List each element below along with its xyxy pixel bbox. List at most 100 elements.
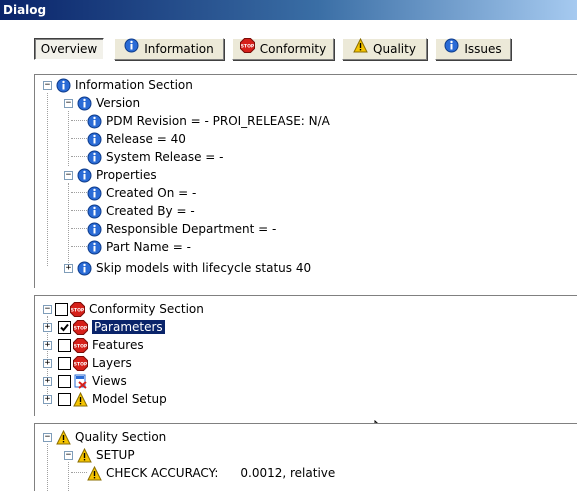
svg-text:STOP: STOP: [71, 307, 85, 313]
tree-item[interactable]: Created By = -: [87, 202, 195, 220]
expand-toggle[interactable]: +: [43, 394, 52, 404]
parameters-label: Parameters: [92, 320, 165, 334]
collapse-toggle[interactable]: −: [64, 170, 73, 180]
stop-icon: STOP: [70, 301, 85, 317]
tree-item[interactable]: System Release = -: [87, 148, 223, 166]
info-icon: [87, 240, 102, 255]
info-icon: [87, 186, 102, 201]
tab-information[interactable]: Information: [114, 38, 224, 60]
tab-issues-label: Issues: [464, 42, 502, 56]
tree-item[interactable]: Part Name = -: [87, 238, 191, 256]
properties-node[interactable]: − Properties: [64, 166, 157, 184]
skip-models-node[interactable]: + Skip models with lifecycle status 40: [64, 259, 311, 277]
stop-icon: STOP: [73, 337, 88, 353]
collapse-toggle[interactable]: −: [64, 98, 73, 108]
features-checkbox[interactable]: [58, 338, 71, 352]
tree-item-label: PDM Revision = - PROI_RELEASE: N/A: [106, 114, 330, 128]
stop-icon: STOP: [73, 319, 88, 335]
check-accuracy-label: CHECK ACCURACY:: [106, 466, 219, 480]
check-accuracy-value: 0.0012, relative: [240, 466, 336, 480]
tab-information-label: Information: [144, 42, 214, 56]
properties-label: Properties: [96, 168, 157, 182]
tab-overview[interactable]: Overview: [34, 38, 104, 60]
info-icon: [87, 150, 102, 165]
tree-item-label: System Release = -: [106, 150, 224, 164]
conformity-item-parameters[interactable]: + STOP Parameters: [43, 318, 165, 336]
quality-section-node[interactable]: − Quality Section: [43, 428, 166, 446]
tree-item[interactable]: Release = 40: [87, 130, 186, 148]
conformity-item-views[interactable]: + Views: [43, 372, 127, 390]
tree-item[interactable]: Responsible Department = -: [87, 220, 276, 238]
warning-icon: [77, 447, 92, 463]
tree-item-label: Release = 40: [106, 132, 186, 146]
collapse-toggle[interactable]: −: [43, 80, 52, 90]
parameters-checkbox[interactable]: [58, 320, 71, 334]
info-icon: [124, 38, 139, 60]
expand-toggle[interactable]: +: [43, 322, 52, 332]
skip-models-label: Skip models with lifecycle status 40: [96, 261, 312, 275]
tree-item-label: Created On = -: [106, 186, 197, 200]
conformity-panel[interactable]: − STOP Conformity Section + STOP Paramet…: [34, 295, 577, 416]
quality-panel[interactable]: − Quality Section − SETUP CHECK ACCURACY…: [34, 423, 577, 491]
setup-node[interactable]: − SETUP: [64, 446, 135, 464]
info-icon: [77, 168, 92, 183]
info-icon: [87, 222, 102, 237]
conformity-section-label: Conformity Section: [89, 302, 204, 316]
views-label: Views: [92, 374, 127, 388]
tab-conformity[interactable]: STOP Conformity: [232, 38, 334, 60]
features-label: Features: [92, 338, 144, 352]
conformity-section-node[interactable]: − STOP Conformity Section: [43, 300, 204, 318]
info-icon: [77, 96, 92, 111]
title-bar[interactable]: Dialog: [0, 0, 577, 20]
check-accuracy-item[interactable]: CHECK ACCURACY: 0.0012, relative: [87, 464, 335, 482]
tab-issues[interactable]: Issues: [435, 38, 511, 60]
svg-text:STOP: STOP: [74, 325, 88, 331]
info-icon: [87, 132, 102, 147]
svg-text:STOP: STOP: [74, 361, 88, 367]
quality-section-label: Quality Section: [75, 430, 167, 444]
info-icon: [56, 78, 71, 93]
expand-toggle[interactable]: +: [43, 376, 52, 386]
warning-icon: [56, 429, 71, 445]
warning-icon: [87, 465, 102, 481]
svg-text:STOP: STOP: [74, 343, 88, 349]
setup-label: SETUP: [96, 448, 135, 462]
layers-checkbox[interactable]: [58, 356, 71, 370]
expand-toggle[interactable]: +: [64, 263, 73, 273]
expand-toggle[interactable]: +: [43, 358, 52, 368]
expand-toggle[interactable]: +: [43, 340, 52, 350]
information-section-label: Information Section: [75, 78, 193, 92]
tree-item-label: Responsible Department = -: [106, 222, 277, 236]
model-setup-label: Model Setup: [92, 392, 167, 406]
warning-icon: [353, 37, 368, 60]
window-title: Dialog: [3, 3, 47, 17]
collapse-toggle[interactable]: −: [43, 304, 52, 314]
warning-icon: [73, 391, 88, 407]
version-node[interactable]: − Version: [64, 94, 140, 112]
info-icon: [87, 114, 102, 129]
view-error-icon: [73, 374, 88, 389]
stop-icon: STOP: [239, 38, 255, 60]
stop-icon: STOP: [73, 355, 88, 371]
model-setup-checkbox[interactable]: [58, 392, 71, 406]
views-checkbox[interactable]: [58, 374, 71, 388]
conformity-section-checkbox[interactable]: [55, 302, 68, 316]
tab-quality-label: Quality: [373, 42, 416, 56]
tab-overview-label: Overview: [40, 42, 98, 56]
information-section-node[interactable]: − Information Section: [43, 76, 193, 94]
collapse-toggle[interactable]: −: [64, 450, 73, 460]
collapse-toggle[interactable]: −: [43, 432, 52, 442]
information-panel[interactable]: − Information Section − Version PDM Revi…: [34, 74, 577, 288]
conformity-item-features[interactable]: + STOP Features: [43, 336, 144, 354]
info-icon: [444, 38, 459, 60]
tree-item-label: Part Name = -: [106, 240, 191, 254]
conformity-item-layers[interactable]: + STOP Layers: [43, 354, 132, 372]
layers-label: Layers: [92, 356, 132, 370]
tree-item[interactable]: Created On = -: [87, 184, 196, 202]
conformity-item-model-setup[interactable]: + Model Setup: [43, 390, 167, 408]
tab-conformity-label: Conformity: [259, 42, 327, 56]
info-icon: [87, 204, 102, 219]
version-label: Version: [96, 96, 141, 110]
tab-quality[interactable]: Quality: [342, 37, 427, 60]
tree-item[interactable]: PDM Revision = - PROI_RELEASE: N/A: [87, 112, 330, 130]
